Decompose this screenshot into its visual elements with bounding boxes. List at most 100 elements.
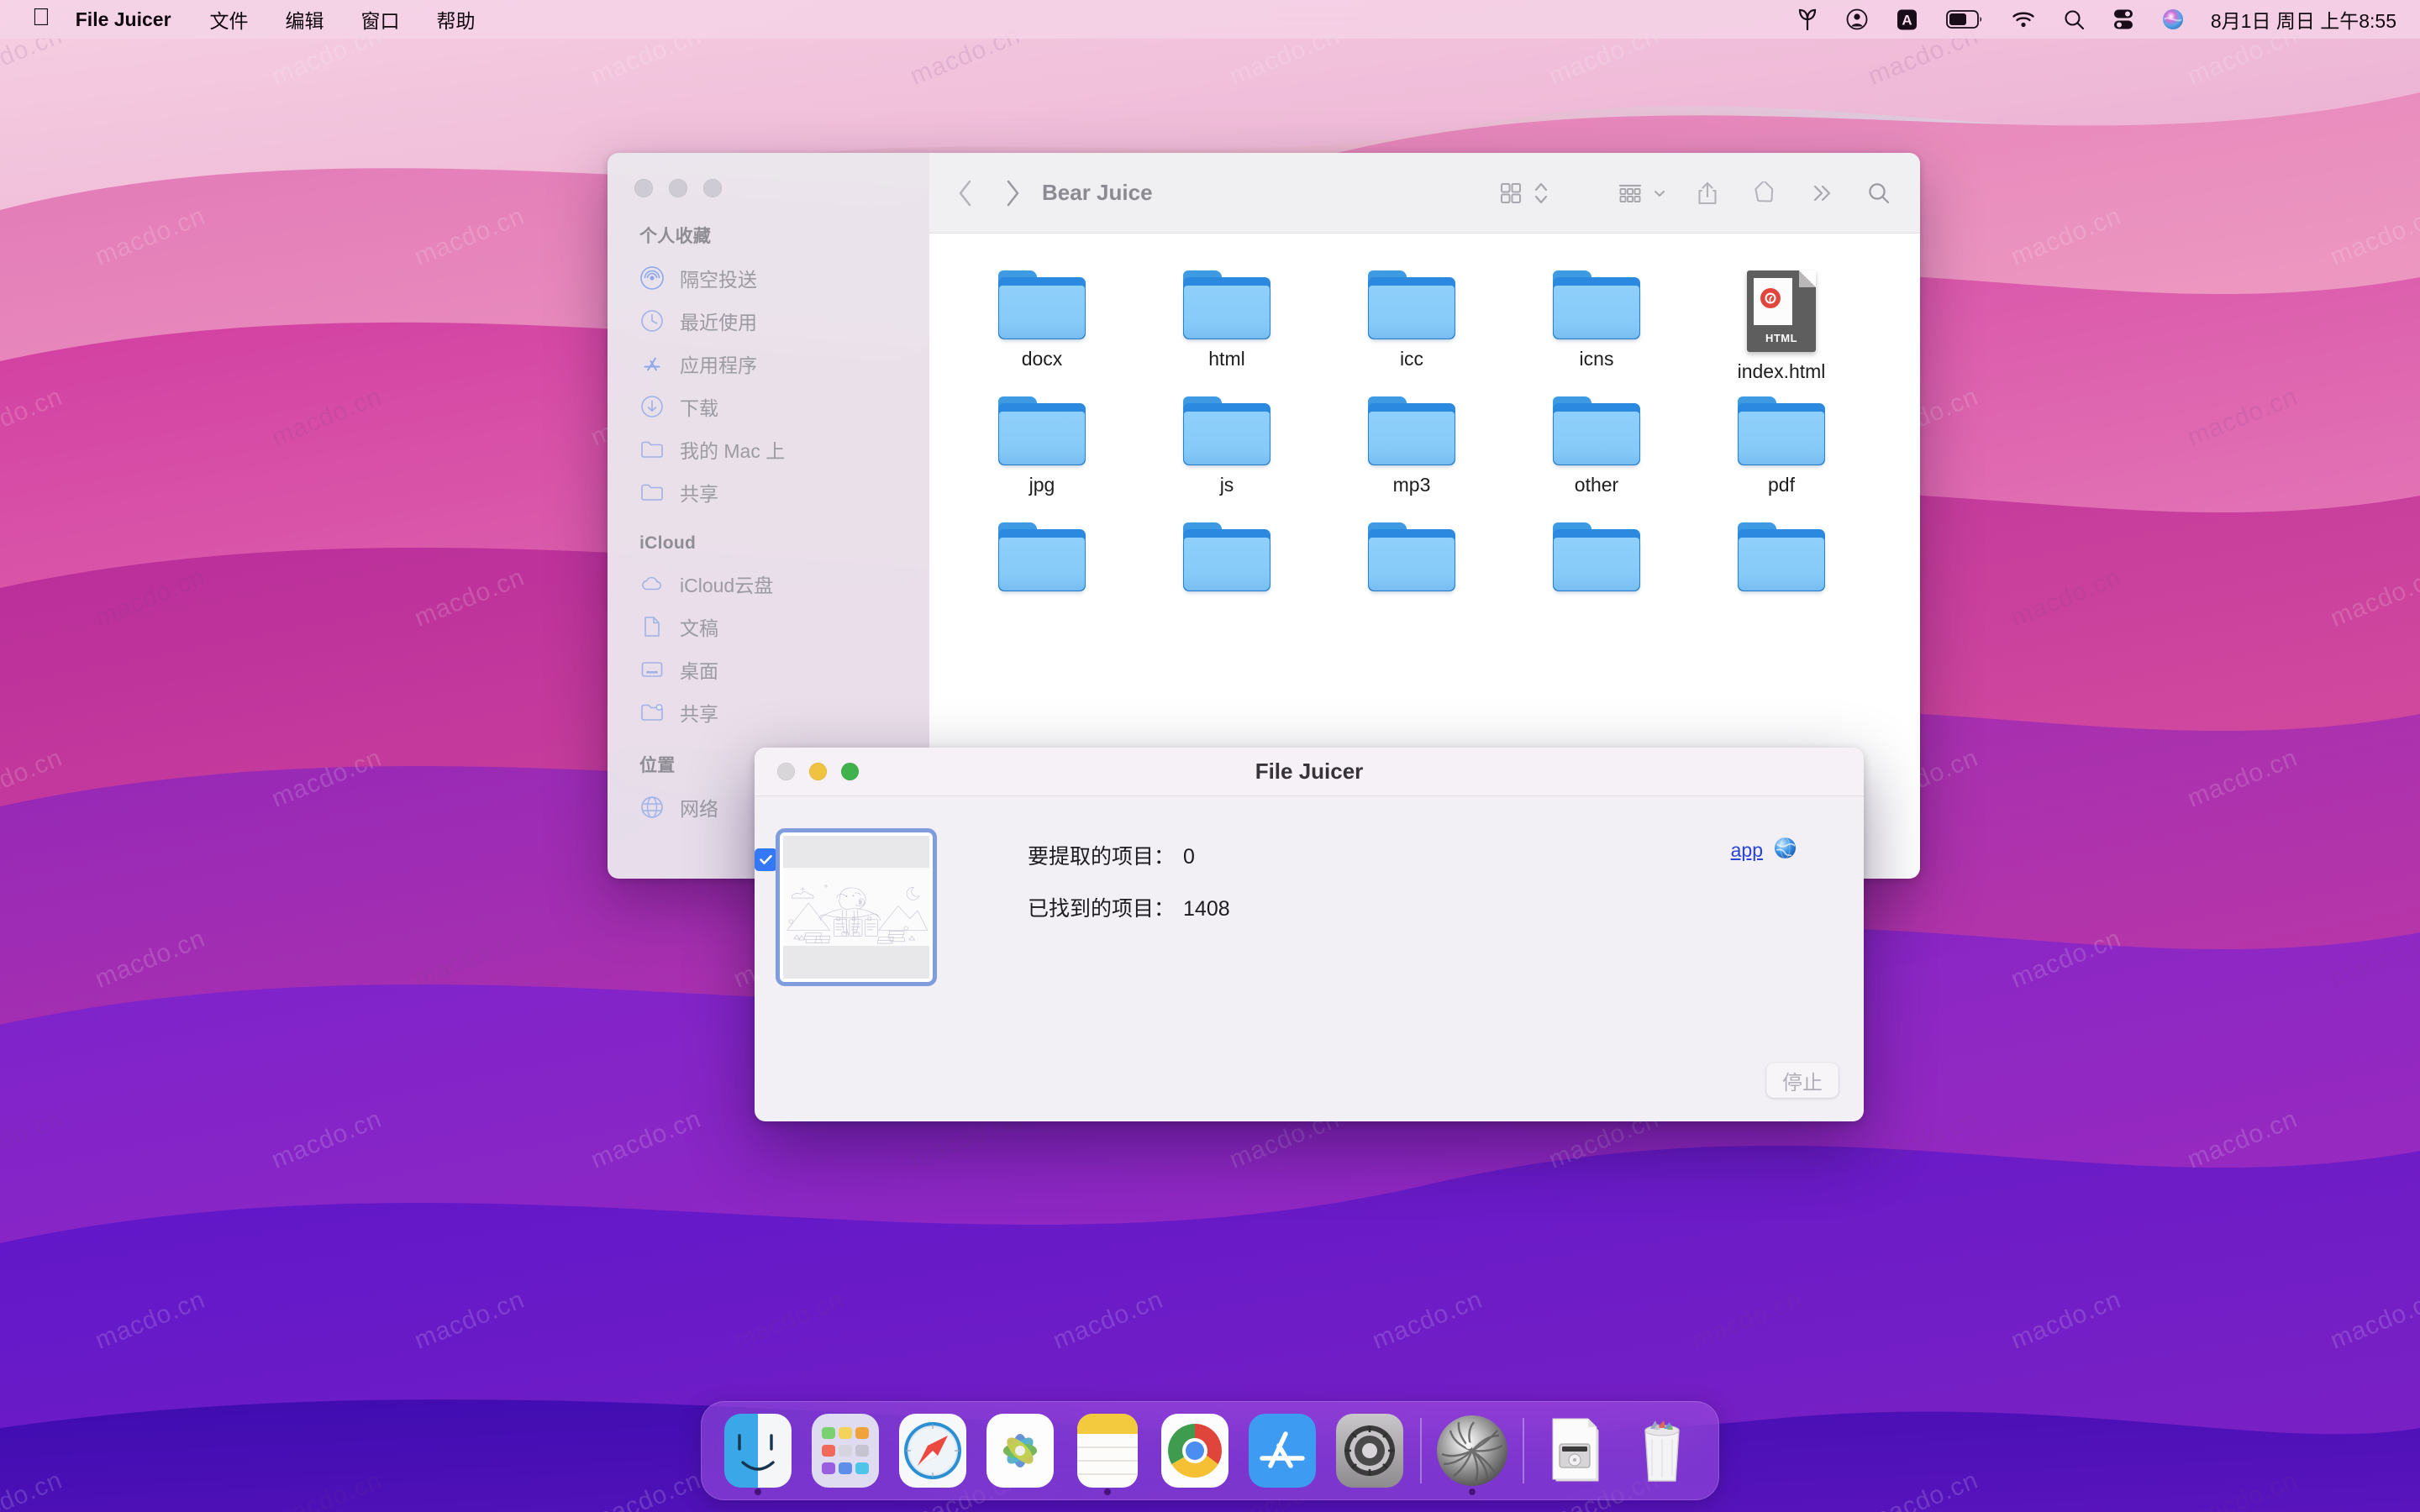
dock-divider [1420,1418,1422,1483]
grid-view-icon[interactable] [1491,174,1530,213]
stat-value: 1408 [1183,897,1230,921]
menu-item-file[interactable]: 文件 [210,5,249,34]
dock-item-photos[interactable] [976,1409,1064,1493]
sidebar-item-on-my-mac[interactable]: 我的 Mac 上 [608,428,929,470]
finder-folder-item[interactable] [1134,509,1319,635]
user-circle-icon[interactable] [1846,8,1868,30]
sidebar-item-label: 下载 [680,396,718,419]
chevron-right-icon[interactable] [993,174,1032,213]
search-icon[interactable] [2064,9,2085,30]
item-label: html [1208,348,1245,370]
sidebar-item-applications[interactable]: 应用程序 [608,342,929,385]
finder-folder-item[interactable]: jpg [950,383,1134,509]
shared-folder-icon [638,698,666,727]
extraction-stats: 要提取的项目： 0 已找到的项目： 1408 [1028,840,1230,944]
app-link-group[interactable]: app [1731,837,1797,864]
sidebar-group-header: iCloud [639,533,697,553]
folder-icon [1183,522,1270,591]
dialog-traffic-lights[interactable] [755,763,859,780]
finder-folder-item[interactable] [1874,509,1920,635]
finder-folder-item[interactable]: other [1504,383,1689,509]
finder-folder-item[interactable] [1874,383,1920,509]
dock-item-downloads[interactable] [1531,1409,1618,1493]
chevron-down-icon[interactable] [1649,174,1670,213]
finder-folder-item[interactable] [1689,509,1874,635]
stepper-up-down-icon[interactable] [1530,174,1552,213]
dialog-title: File Juicer [1255,759,1364,784]
plant-leaf-icon[interactable] [1797,8,1818,30]
item-checkbox[interactable] [755,848,777,871]
finder-folder-item[interactable] [1504,509,1689,635]
menu-item-help[interactable]: 帮助 [437,5,476,34]
app-link[interactable]: app [1731,839,1763,862]
finder-file-item[interactable]: HTML index.html [1689,257,1874,383]
dock-item-launchpad[interactable] [802,1409,889,1493]
bear-illustration [783,868,929,947]
finder-traffic-lights[interactable] [608,153,929,197]
finder-folder-item[interactable]: icns [1504,257,1689,383]
dock-item-safari[interactable] [889,1409,976,1493]
folder-icon [1368,396,1455,465]
zoom-button[interactable] [703,179,722,197]
finder-folder-item[interactable]: docx [950,257,1134,383]
finder-folder-item[interactable]: icc [1319,257,1504,383]
stop-button[interactable]: 停止 [1766,1063,1839,1098]
dock-item-notes[interactable] [1064,1409,1151,1495]
finder-folder-item[interactable]: mp3 [1319,383,1504,509]
zoom-button[interactable] [841,763,859,780]
menu-item-app-name[interactable]: File Juicer [76,8,171,31]
minimize-button[interactable] [809,763,827,780]
sidebar-item-shared-fav[interactable]: 共享 [608,470,929,513]
file-type-badge: HTML [1765,332,1798,344]
finder-folder-item[interactable]: js [1134,383,1319,509]
dock-item-file-juicer[interactable] [1428,1409,1516,1495]
minimize-button[interactable] [669,179,687,197]
group-by-icon[interactable] [1611,174,1649,213]
finder-window-title: Bear Juice [1042,180,1153,205]
search-icon[interactable] [1860,174,1898,213]
finder-folder-item[interactable]: pdf [1689,383,1874,509]
finder-folder-item[interactable] [1319,509,1504,635]
sidebar-item-airdrop[interactable]: 隔空投送 [608,256,929,299]
chevron-left-icon[interactable] [946,174,985,213]
cloud-icon [638,570,666,598]
sidebar-item-documents[interactable]: 文稿 [608,605,929,648]
sidebar-item-icloud-drive[interactable]: iCloud云盘 [608,562,929,605]
finder-folder-item[interactable]: html [1134,257,1319,383]
sidebar-item-desktop[interactable]: 桌面 [608,648,929,690]
sidebar-item-downloads[interactable]: 下载 [608,385,929,428]
dock-item-appstore[interactable] [1239,1409,1326,1493]
menu-item-edit[interactable]: 编辑 [286,5,324,34]
clock-icon [638,307,666,335]
wifi-icon[interactable] [2012,10,2035,29]
tag-icon[interactable] [1745,174,1784,213]
file-juicer-dialog[interactable]: File Juicer 要提取的项目： 0 已找到的项目： 1408 app 停… [755,748,1864,1121]
sidebar-item-shared-icloud[interactable]: 共享 [608,690,929,733]
downloads-stack-icon [1538,1414,1612,1488]
globe-icon[interactable] [1774,837,1797,864]
menu-bar:  File Juicer 文件 编辑 窗口 帮助 A 8月1日 周日 上午8:… [0,0,2420,39]
battery-icon[interactable] [1945,10,1983,29]
close-button[interactable] [777,763,795,780]
input-source-a-icon[interactable]: A [1897,8,1918,31]
sidebar-item-recents[interactable]: 最近使用 [608,299,929,342]
dock-item-system-preferences[interactable] [1326,1409,1413,1493]
chevron-double-right-icon[interactable] [1802,174,1841,213]
dialog-title-bar: File Juicer [755,748,1864,796]
siri-icon[interactable] [2162,8,2184,30]
finder-folder-item[interactable] [1874,257,1920,383]
sidebar-item-label: 桌面 [680,659,718,682]
item-label: jpg [1028,474,1055,496]
control-center-icon[interactable] [2113,8,2133,30]
menubar-clock[interactable]: 8月1日 周日 上午8:55 [2211,5,2396,34]
close-button[interactable] [634,179,653,197]
bear-illustration-thumbnail[interactable] [776,828,937,986]
item-label: pdf [1768,474,1795,496]
menu-item-window[interactable]: 窗口 [361,5,400,34]
dock-item-finder[interactable] [714,1409,802,1495]
apple-logo-icon[interactable]:  [32,5,50,30]
dock-item-trash[interactable] [1618,1409,1706,1493]
share-icon[interactable] [1688,174,1727,213]
finder-folder-item[interactable] [950,509,1134,635]
dock-item-chrome[interactable] [1151,1409,1239,1493]
